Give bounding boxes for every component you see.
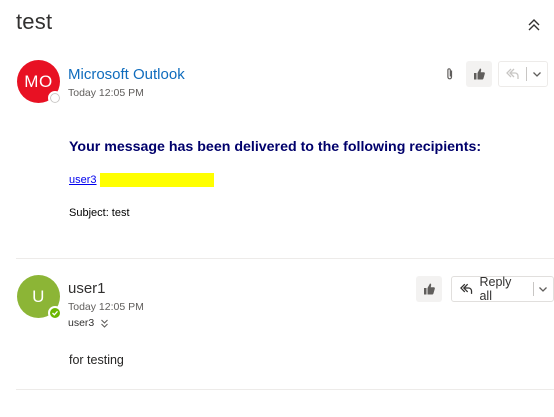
chevron-down-icon	[533, 72, 541, 77]
recipient-link[interactable]: user3	[69, 174, 97, 186]
reply-all-split-button[interactable]: Reply all	[451, 275, 554, 303]
message-divider	[16, 258, 554, 259]
message-divider	[16, 389, 554, 390]
reply-options-dropdown[interactable]	[527, 62, 547, 86]
sender-name[interactable]: user1	[68, 280, 106, 297]
report-subject-line: Subject: test	[69, 207, 130, 219]
reply-all-label: Reply all	[479, 275, 512, 303]
reply-all-icon	[460, 283, 473, 294]
avatar: U	[17, 275, 62, 320]
recipients-line[interactable]: user3	[68, 317, 109, 329]
message-time: Today 12:05 PM	[68, 301, 144, 313]
like-button[interactable]	[416, 276, 442, 302]
presence-available-icon	[48, 306, 62, 320]
avatar: MO	[17, 60, 62, 105]
avatar-initials: U	[32, 286, 45, 306]
delivery-report-heading: Your message has been delivered to the f…	[69, 139, 482, 155]
avatar-initials: MO	[24, 71, 53, 91]
message-body: for testing	[69, 353, 124, 367]
thumbs-up-icon	[474, 68, 485, 80]
reply-all-button[interactable]	[499, 62, 526, 86]
paperclip-icon	[447, 68, 453, 80]
reply-all-icon	[506, 68, 519, 79]
redaction-highlight	[100, 173, 214, 187]
sender-name[interactable]: Microsoft Outlook	[68, 66, 185, 83]
reply-options-dropdown[interactable]	[534, 277, 553, 301]
recipient-name: user3	[68, 317, 95, 329]
double-chevron-up-icon	[528, 19, 540, 31]
thumbs-up-icon	[424, 283, 435, 295]
double-chevron-down-icon	[101, 319, 109, 328]
reply-all-split-button[interactable]	[498, 61, 548, 87]
attachment-button[interactable]	[440, 61, 460, 87]
conversation-subject: test	[16, 9, 53, 34]
presence-status-icon	[48, 91, 62, 105]
message-time: Today 12:05 PM	[68, 87, 144, 99]
chevron-down-icon	[539, 287, 548, 292]
reading-pane: test MO Microsoft Outlook Today 12:05 PM	[0, 0, 554, 417]
reply-all-button[interactable]: Reply all	[452, 275, 533, 303]
like-button[interactable]	[466, 61, 492, 87]
collapse-conversation-button[interactable]	[526, 17, 542, 33]
